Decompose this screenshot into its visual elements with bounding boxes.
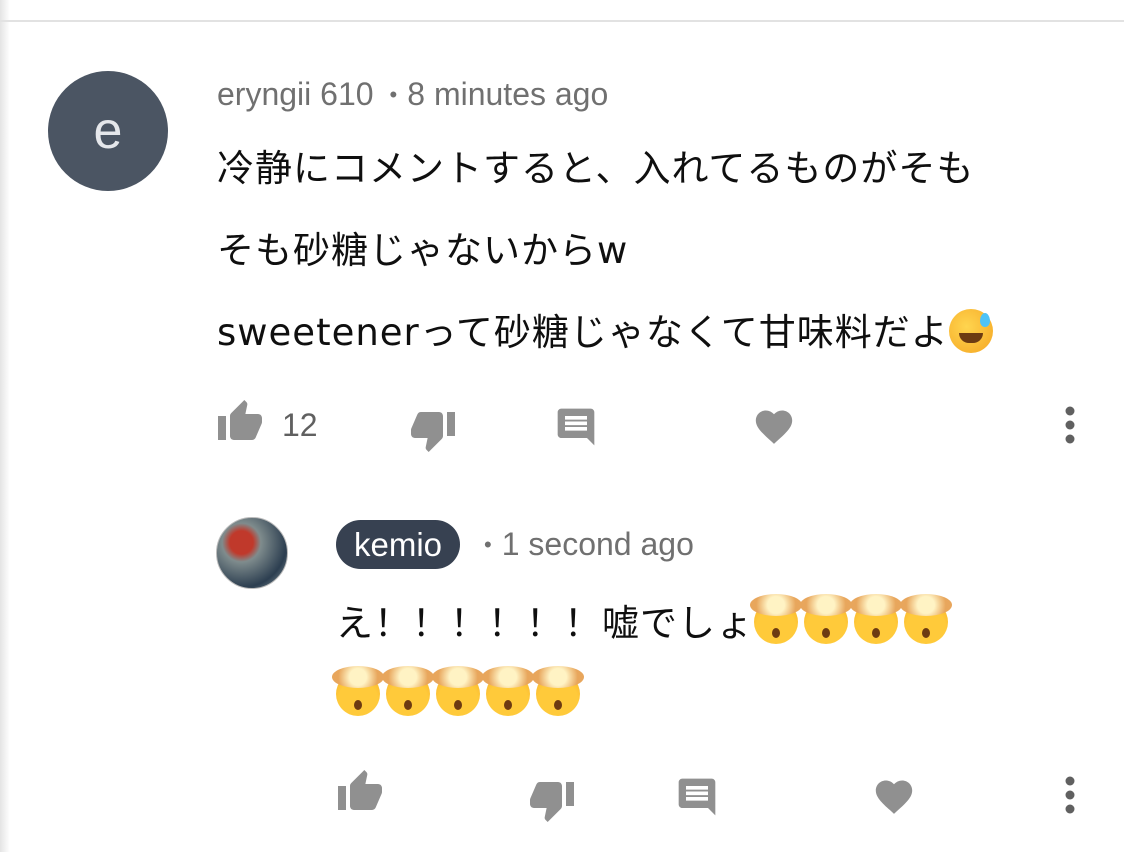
exploding-head-emoji-icon [900, 594, 952, 644]
left-shadow [0, 0, 10, 852]
thumb-down-icon [411, 412, 455, 452]
like-button[interactable] [214, 396, 266, 444]
reply-line-1: え！！！！！！嘘でしょ [336, 593, 954, 647]
exploding-head-emoji-icon [482, 666, 534, 716]
comment-avatar[interactable]: e [48, 71, 168, 191]
comment-line-1: 冷静にコメントすると、入れてるものがそも [217, 147, 975, 190]
comment-meta: eryngii 610 • 8 minutes ago [217, 76, 608, 113]
reply-meta: • 1 second ago [484, 526, 694, 563]
exploding-head-emoji-icon [332, 666, 384, 716]
thumb-up-icon [338, 770, 382, 810]
reply-line-1-text: え！！！！！！嘘でしょ [336, 602, 754, 645]
reply-author: kemio [354, 525, 443, 563]
more-vert-icon [1065, 776, 1075, 814]
comment-time: 8 minutes ago [407, 76, 609, 112]
reply-reply-button[interactable] [673, 774, 721, 820]
exploding-head-emoji-icon [750, 594, 802, 644]
thumb-up-icon [218, 400, 262, 440]
exploding-head-emoji-icon [432, 666, 484, 716]
reply-button[interactable] [552, 404, 600, 450]
exploding-head-emoji-icon [850, 594, 902, 644]
exploding-head-emoji-icon [532, 666, 584, 716]
reply-dislike-button[interactable] [526, 778, 578, 826]
dislike-button[interactable] [407, 408, 459, 456]
reply-heart-button[interactable] [870, 772, 918, 818]
comment-line-3-text: sweetenerって砂糖じゃなくて甘味料だよ [217, 311, 949, 354]
more-options-button[interactable] [1058, 402, 1082, 448]
reply-like-button[interactable] [334, 766, 386, 814]
thumb-down-icon [530, 782, 574, 822]
exploding-head-emoji-icon [382, 666, 434, 716]
sweat-smile-emoji-icon [948, 309, 993, 353]
reply-line-2 [332, 666, 586, 717]
comment-author[interactable]: eryngii 610 [217, 76, 374, 113]
reply-icon [557, 408, 595, 446]
more-vert-icon [1065, 406, 1075, 444]
heart-icon [755, 410, 793, 444]
reply-author-badge[interactable]: kemio [336, 520, 461, 569]
comment-line-2: そも砂糖じゃないからw [217, 229, 629, 272]
reply-avatar[interactable] [216, 517, 288, 589]
reply-icon [678, 778, 716, 816]
like-count: 12 [282, 407, 318, 443]
heart-button[interactable] [750, 402, 798, 448]
separator-dot: • [484, 531, 492, 557]
reply-more-options-button[interactable] [1058, 772, 1082, 818]
top-divider [0, 20, 1124, 22]
comment-line-3: sweetenerって砂糖じゃなくて甘味料だよ [217, 302, 999, 356]
exploding-head-emoji-icon [800, 594, 852, 644]
heart-icon [875, 780, 913, 814]
separator-dot: • [389, 81, 398, 107]
reply-time: 1 second ago [501, 526, 694, 562]
avatar-letter: e [93, 102, 123, 160]
